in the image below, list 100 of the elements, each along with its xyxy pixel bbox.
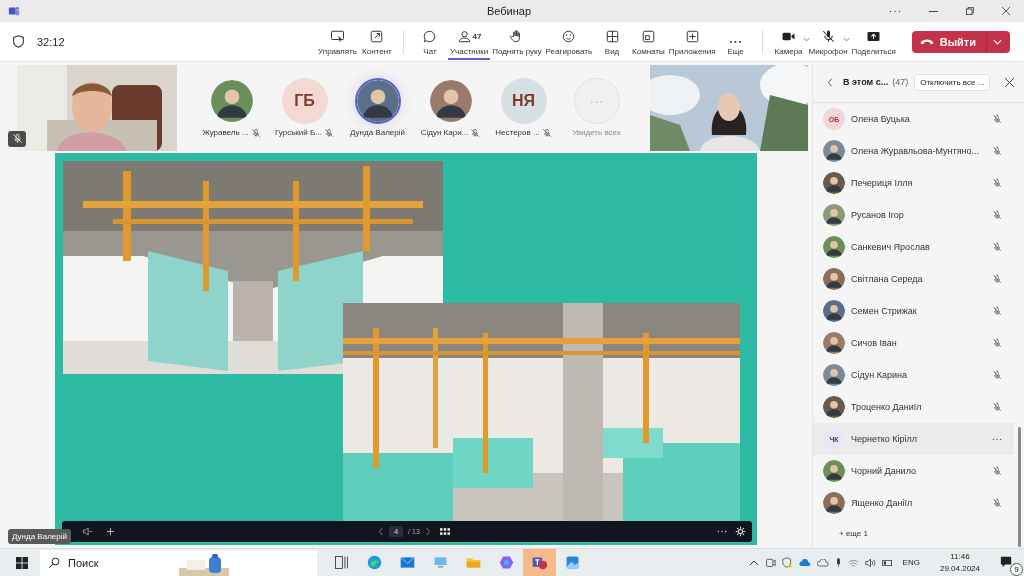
participant-row[interactable]: Чорний Данило xyxy=(813,455,1024,487)
rooms-icon xyxy=(640,28,656,44)
participant-count: (47) xyxy=(892,77,909,87)
toolbar-button[interactable]: 47 Участники xyxy=(447,23,491,60)
window-title: Вебинар xyxy=(486,5,532,17)
panel-title: В этом с... xyxy=(843,77,889,87)
mail-icon xyxy=(399,554,416,571)
settings-icon[interactable] xyxy=(735,526,746,537)
toolbar-button[interactable]: Микрофон xyxy=(806,23,850,60)
participant-name: Дунда Валерій xyxy=(350,127,405,137)
search-icon xyxy=(48,556,60,569)
speaker-icon[interactable] xyxy=(82,526,93,537)
participant-row[interactable]: Троценко Даниїл xyxy=(813,391,1024,423)
toolbar-button[interactable]: Еще xyxy=(717,23,754,60)
toolbar-button[interactable]: Чат xyxy=(411,23,448,60)
close-icon[interactable] xyxy=(1002,7,1010,15)
meeting-timer: 32:12 xyxy=(37,35,65,48)
screen-pointer-icon xyxy=(330,28,345,44)
shield-icon xyxy=(12,35,25,48)
participant-name: Олена Журавльова-Мунтяно... xyxy=(851,146,980,156)
smiley-icon xyxy=(561,28,577,44)
participant-name: Увидеть всех xyxy=(572,127,621,137)
clock-time[interactable]: 11:46 xyxy=(950,552,970,561)
search-field[interactable]: Поиск xyxy=(40,549,317,576)
toolbar-button[interactable]: Управлять xyxy=(316,23,359,60)
battery-icon[interactable] xyxy=(881,559,893,566)
toolbar-button[interactable]: Комнаты xyxy=(630,23,667,60)
participant-row[interactable]: Сичов Іван xyxy=(813,327,1024,359)
microphone-icon[interactable] xyxy=(834,557,842,568)
browser-icon xyxy=(366,554,383,571)
participant-name: Олена Буцька xyxy=(851,114,911,124)
back-icon[interactable] xyxy=(827,77,833,87)
participant-name: Семен Стрижак xyxy=(851,306,918,316)
computer-icon xyxy=(432,554,449,571)
plus-icon[interactable] xyxy=(105,526,116,537)
copilot-icon xyxy=(498,554,515,571)
presenter-name: Дунда Валерій xyxy=(8,529,71,544)
clock-date[interactable]: 29.04.2024 xyxy=(939,564,980,573)
toolbar-button[interactable]: Реагировать xyxy=(543,23,595,60)
participant-name: Нестеров ... xyxy=(495,128,540,137)
participant-name: Печериця Ілля xyxy=(851,178,914,188)
plus-icon xyxy=(684,28,700,44)
avatar[interactable]: НЯ xyxy=(500,77,547,124)
cloud-icon[interactable] xyxy=(816,558,829,567)
phone-icon xyxy=(919,38,934,45)
toolbar-button[interactable]: Приложения xyxy=(666,23,718,60)
close-icon[interactable] xyxy=(1005,77,1014,87)
toolbar-button[interactable]: Вид xyxy=(594,23,631,60)
chevron-left-icon[interactable] xyxy=(378,527,385,536)
chat-icon xyxy=(422,28,438,44)
taskbar-app[interactable] xyxy=(523,549,556,576)
participant-name: Сідун Кари... xyxy=(420,128,469,137)
participant-name: Журавель ... xyxy=(202,128,249,137)
more-icon[interactable] xyxy=(717,530,727,533)
more-icon[interactable] xyxy=(889,9,901,13)
language-indicator[interactable]: ENG xyxy=(902,558,920,567)
grid-icon xyxy=(604,28,620,44)
more-icon xyxy=(728,39,744,44)
toolbar-button[interactable]: Камера xyxy=(770,23,807,60)
participant-name: Ященко Даніїл xyxy=(851,498,914,508)
participant-name: Сичов Іван xyxy=(851,338,898,348)
mic-off-icon xyxy=(820,28,836,44)
restore-icon[interactable] xyxy=(966,7,974,15)
participant-name: Чернетко Кірілл xyxy=(851,434,919,444)
participant-row[interactable]: Ященко Даніїл xyxy=(813,487,1024,519)
leave-button[interactable]: Выйти xyxy=(911,30,1010,53)
grid-icon[interactable] xyxy=(439,528,450,535)
cloud-icon[interactable] xyxy=(798,558,811,567)
task-view-icon xyxy=(333,554,350,571)
toolbar-button[interactable]: Контент xyxy=(358,23,395,60)
mute-all-button[interactable]: Отключить все ... xyxy=(914,73,991,91)
notification-count: 9 xyxy=(1010,562,1023,576)
notification-icon[interactable] xyxy=(1000,555,1012,568)
more-icon[interactable] xyxy=(992,437,1002,441)
participant-name: Санкевич Ярослав xyxy=(851,242,931,252)
more-participants-link[interactable]: + еще 1 xyxy=(813,519,1024,538)
participant-name: Світлана Середа xyxy=(851,274,924,284)
participant-row[interactable]: Печериця Ілля xyxy=(813,167,1024,199)
participant-count: 47 xyxy=(472,31,482,41)
avatar[interactable]: ГБ xyxy=(281,77,328,124)
participant-row[interactable]: Санкевич Ярослав xyxy=(813,231,1024,263)
shield-warning-icon[interactable] xyxy=(781,557,793,568)
participant-name: Чорний Данило xyxy=(851,466,917,476)
toolbar-button[interactable]: Поделиться xyxy=(849,23,898,60)
people-icon xyxy=(456,28,472,44)
photos-icon xyxy=(564,554,581,571)
chevron-right-icon[interactable] xyxy=(424,527,431,536)
participant-name: Сідун Карина xyxy=(851,370,908,380)
participant-row[interactable]: Олена Журавльова-Мунтяно... xyxy=(813,135,1024,167)
minimize-icon[interactable] xyxy=(929,10,938,12)
participant-name: Троценко Даниїл xyxy=(851,402,923,412)
volume-icon[interactable] xyxy=(864,557,876,568)
participant-row[interactable]: Русанов Ігор xyxy=(813,199,1024,231)
participant-row[interactable]: Семен Стрижак xyxy=(813,295,1024,327)
toolbar-button[interactable]: Поднять руку xyxy=(490,23,544,60)
participant-row[interactable]: Світлана Середа xyxy=(813,263,1024,295)
avatar[interactable] xyxy=(354,77,401,124)
participant-row[interactable]: Сідун Карина xyxy=(813,359,1024,391)
chevron-up-icon[interactable] xyxy=(748,559,759,566)
windows-start-icon[interactable] xyxy=(16,556,28,569)
